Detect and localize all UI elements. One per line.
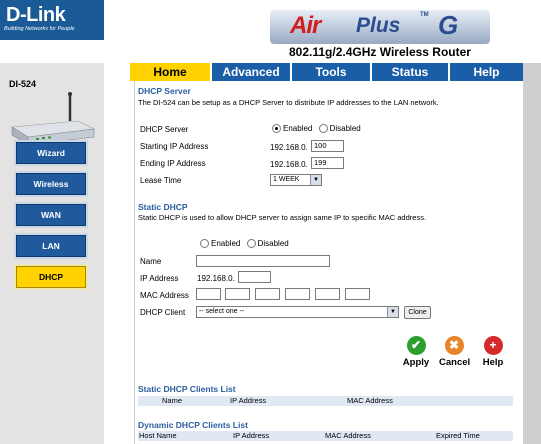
dhcp-server-label: DHCP Server xyxy=(140,125,189,134)
model-label: DI-524 xyxy=(9,79,37,89)
static-dhcp-description: Static DHCP is used to allow DHCP server… xyxy=(138,213,427,222)
top-tabs: Home Advanced Tools Status Help xyxy=(130,63,523,81)
tab-status[interactable]: Status xyxy=(372,63,448,81)
static-list-title: Static DHCP Clients List xyxy=(138,384,236,394)
plus-icon: + xyxy=(483,336,503,355)
lease-time-select[interactable]: 1 WEEK ▼ xyxy=(270,174,322,186)
sidebar-item-wizard[interactable]: Wizard xyxy=(16,142,86,164)
sidebar-item-dhcp[interactable]: DHCP xyxy=(16,266,86,288)
chevron-down-icon: ▼ xyxy=(310,175,321,185)
dhcp-server-description: The DI-524 can be setup as a DHCP Server… xyxy=(138,98,439,107)
product-subtitle: 802.11g/2.4GHz Wireless Router xyxy=(289,45,471,59)
logo-tagline: Building Networks for People xyxy=(4,26,75,32)
main-panel: DHCP Server The DI-524 can be setup as a… xyxy=(104,81,523,444)
mac-address-label: MAC Address xyxy=(140,291,189,300)
check-icon: ✔ xyxy=(406,336,426,355)
mac-field-3[interactable] xyxy=(255,288,280,300)
dynamic-col-expired: Expired Time xyxy=(436,431,480,440)
dhcp-disabled-radio[interactable] xyxy=(318,124,328,134)
static-list-header: Name IP Address MAC Address xyxy=(138,396,513,406)
static-disabled-label: Disabled xyxy=(257,239,289,249)
start-ip-prefix: 192.168.0. xyxy=(270,143,308,152)
cancel-label: Cancel xyxy=(439,357,471,368)
static-col-ip: IP Address xyxy=(230,396,267,405)
dynamic-col-ip: IP Address xyxy=(233,431,270,440)
brand-tm: TM xyxy=(420,12,429,18)
tab-advanced[interactable]: Advanced xyxy=(212,63,290,81)
dynamic-col-mac: MAC Address xyxy=(325,431,371,440)
sidebar-item-wireless[interactable]: Wireless xyxy=(16,173,86,195)
help-label: Help xyxy=(482,357,504,368)
mac-field-5[interactable] xyxy=(315,288,340,300)
dhcp-client-select[interactable]: -- select one -- ▼ xyxy=(196,306,399,318)
static-col-name: Name xyxy=(162,396,183,405)
dhcp-server-radio-group: Enabled Disabled xyxy=(272,124,365,134)
dlink-logo: D-Link Building Networks for People xyxy=(0,0,104,40)
start-ip-label: Starting IP Address xyxy=(140,142,209,151)
dhcp-disabled-label: Disabled xyxy=(329,124,361,134)
dynamic-list-header: Host Name IP Address MAC Address Expired… xyxy=(138,431,513,441)
apply-label: Apply xyxy=(402,357,430,368)
dhcp-client-label: DHCP Client xyxy=(140,308,186,317)
mac-field-4[interactable] xyxy=(285,288,310,300)
static-name-label: Name xyxy=(140,257,162,266)
static-ip-field[interactable] xyxy=(238,271,271,283)
lease-time-label: Lease Time xyxy=(140,176,182,185)
end-ip-field[interactable]: 199 xyxy=(311,157,344,169)
tab-tools[interactable]: Tools xyxy=(292,63,370,81)
static-disabled-radio[interactable] xyxy=(246,239,256,249)
start-ip-field[interactable]: 100 xyxy=(311,140,344,152)
help-button[interactable]: + Help xyxy=(478,336,508,368)
chevron-down-icon: ▼ xyxy=(387,307,398,317)
static-col-mac: MAC Address xyxy=(347,396,393,405)
brand-air: Air xyxy=(290,12,321,39)
dhcp-client-value: -- select one -- xyxy=(199,308,245,315)
dynamic-col-host: Host Name xyxy=(139,431,177,440)
static-dhcp-radio-group: Enabled Disabled xyxy=(200,239,293,249)
dhcp-server-title: DHCP Server xyxy=(138,86,191,96)
tab-home[interactable]: Home xyxy=(130,63,210,81)
brand-plus: Plus xyxy=(356,14,401,37)
clone-button[interactable]: Clone xyxy=(404,306,431,319)
dhcp-enabled-radio[interactable] xyxy=(272,124,281,134)
sidebar-item-wan[interactable]: WAN xyxy=(16,204,86,226)
brand-g: G xyxy=(438,10,459,40)
static-enabled-label: Enabled xyxy=(211,239,241,249)
airplus-brand: Air Plus TM G xyxy=(270,10,490,44)
dhcp-enabled-label: Enabled xyxy=(283,124,313,134)
cancel-icon: ✖ xyxy=(444,336,464,355)
mac-field-1[interactable] xyxy=(196,288,221,300)
end-ip-prefix: 192.168.0. xyxy=(270,160,308,169)
static-dhcp-title: Static DHCP xyxy=(138,202,188,212)
static-ip-label: IP Address xyxy=(140,274,179,283)
header: D-Link Building Networks for People Air … xyxy=(0,0,541,63)
static-ip-prefix: 192.168.0. xyxy=(197,274,235,283)
mac-field-2[interactable] xyxy=(225,288,250,300)
mac-field-6[interactable] xyxy=(345,288,370,300)
sidebar: DI-524 Wizard Wireless WAN LAN DHCP xyxy=(0,63,104,444)
static-name-field[interactable] xyxy=(196,255,330,267)
lease-time-value: 1 WEEK xyxy=(273,176,300,183)
logo-text: D-Link xyxy=(6,4,66,26)
tab-help[interactable]: Help xyxy=(450,63,523,81)
sidebar-item-lan[interactable]: LAN xyxy=(16,235,86,257)
dynamic-list-title: Dynamic DHCP Clients List xyxy=(138,420,248,430)
static-enabled-radio[interactable] xyxy=(200,239,209,249)
end-ip-label: Ending IP Address xyxy=(140,159,206,168)
cancel-button[interactable]: ✖ Cancel xyxy=(439,336,471,368)
right-margin xyxy=(523,63,541,444)
apply-button[interactable]: ✔ Apply xyxy=(401,336,431,368)
